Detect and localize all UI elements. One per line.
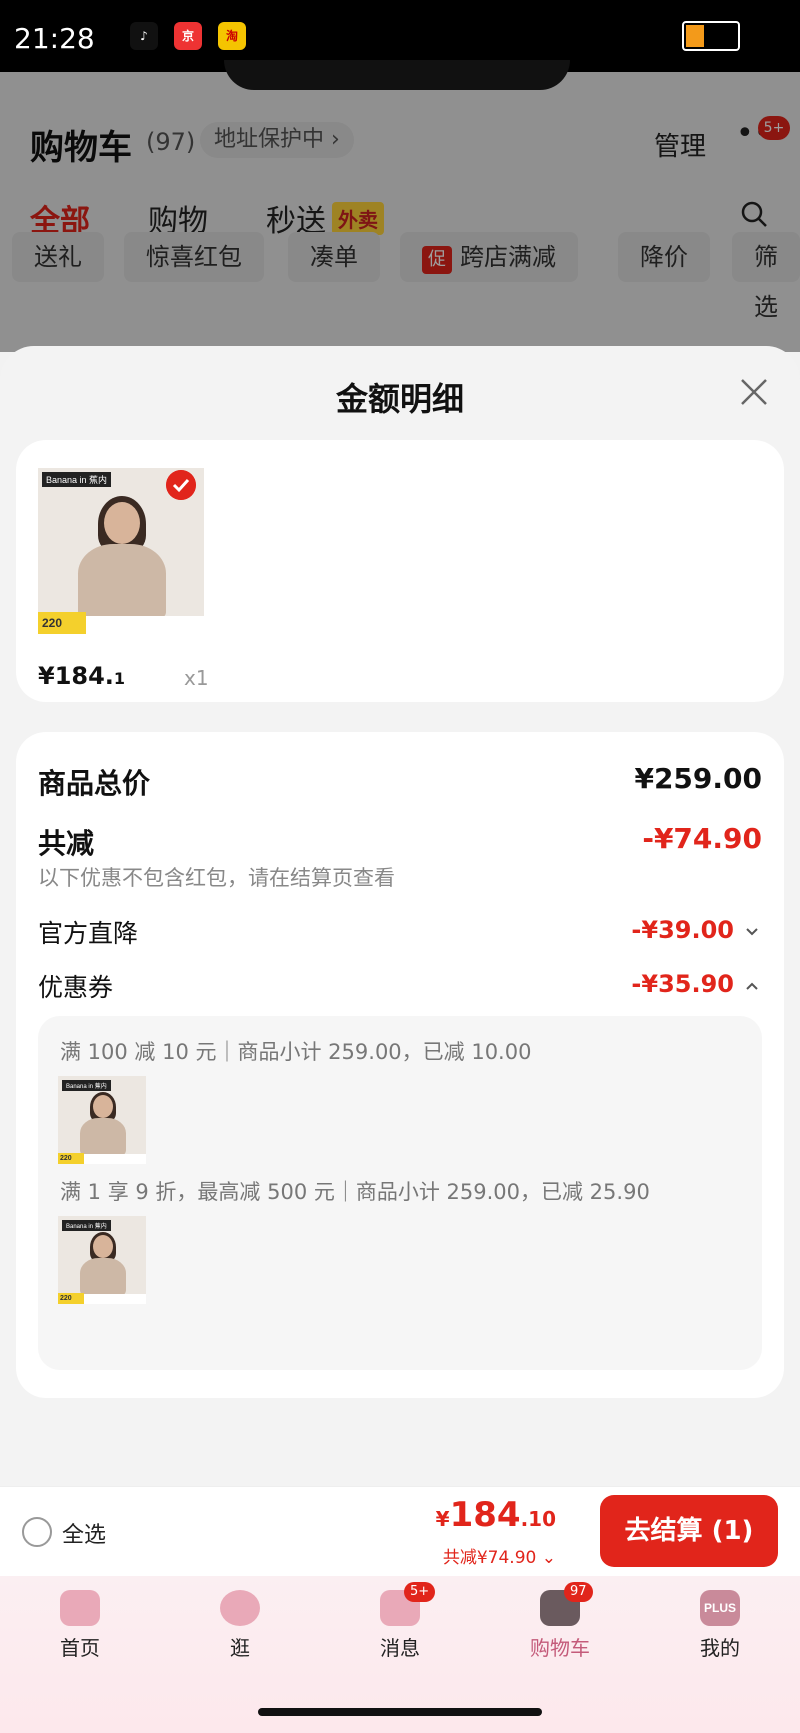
summary-card: 商品总价 ¥259.00 共减 -¥74.90 以下优惠不包含红包，请在结算页查… (16, 732, 784, 1398)
checkout-button[interactable]: 去结算 (1) (600, 1495, 778, 1567)
product-tag-price: 220 (38, 612, 86, 634)
taobao-icon: 淘 (218, 22, 246, 50)
discount-note: 以下优惠不包含红包，请在结算页查看 (38, 866, 395, 890)
coupon-product-image: Banana in 蕉内 220 (58, 1076, 146, 1164)
sheet-title: 金额明细 (335, 380, 464, 418)
battery-icon (682, 21, 740, 51)
modal-overlay[interactable] (0, 72, 800, 352)
tab-explore[interactable]: 逛 (180, 1590, 300, 1661)
official-value[interactable]: -¥39.00 (631, 916, 734, 944)
status-time: 21:28 (14, 22, 95, 55)
home-icon (60, 1590, 100, 1626)
item-quantity: x1 (184, 666, 209, 690)
coupon-rule: 满 100 减 10 元｜商品小计 259.00，已减 10.00 (60, 1040, 532, 1064)
coupon-details: 满 100 减 10 元｜商品小计 259.00，已减 10.00 Banana… (38, 1016, 762, 1370)
jd-icon: 京 (174, 22, 202, 50)
message-badge: 5+ (404, 1582, 436, 1602)
home-indicator (258, 1708, 542, 1716)
select-all-radio[interactable] (22, 1517, 52, 1547)
coupon-product-image: Banana in 蕉内 220 (58, 1216, 146, 1304)
tab-cart[interactable]: 97 购物车 (500, 1582, 620, 1661)
explore-icon (220, 1590, 260, 1626)
amount-detail-sheet: 金额明细 Banana in 蕉内 220 ¥184.1 x1 商品总价 ¥25… (0, 346, 800, 1486)
item-card: Banana in 蕉内 220 ¥184.1 x1 (16, 440, 784, 702)
total-label: 商品总价 (38, 767, 151, 800)
checkout-discount[interactable]: 共减¥74.90 ⌄ (443, 1543, 556, 1568)
checkout-total: ¥184.10 (435, 1495, 556, 1535)
plus-icon: PLUS (700, 1590, 740, 1626)
checked-icon[interactable] (166, 470, 196, 500)
cart-badge: 97 (564, 1582, 593, 1602)
discount-value: -¥74.90 (642, 822, 762, 855)
cart-icon: 97 (540, 1582, 593, 1626)
dynamic-island (224, 60, 570, 90)
tiktok-icon: ♪ (130, 22, 158, 50)
coupon-label[interactable]: 优惠券 (38, 968, 113, 1004)
checkout-bar: 全选 ¥184.10 共减¥74.90 ⌄ 去结算 (1) (0, 1486, 800, 1576)
discount-label: 共减 (38, 827, 95, 860)
chevron-up-icon[interactable] (744, 978, 760, 994)
close-icon[interactable] (738, 376, 770, 408)
tab-messages[interactable]: 5+ 消息 (340, 1582, 460, 1661)
item-price: ¥184.1 (38, 662, 126, 690)
chevron-down-icon[interactable] (744, 924, 760, 940)
tab-mine[interactable]: PLUS 我的 (660, 1590, 780, 1661)
brand-label: Banana in 蕉内 (42, 472, 112, 487)
tab-home[interactable]: 首页 (20, 1590, 140, 1661)
message-icon: 5+ (380, 1582, 436, 1626)
coupon-rule: 满 1 享 9 折，最高减 500 元｜商品小计 259.00，已减 25.90 (60, 1180, 650, 1204)
coupon-value[interactable]: -¥35.90 (631, 970, 734, 998)
official-label[interactable]: 官方直降 (38, 914, 138, 950)
select-all-label[interactable]: 全选 (62, 1517, 106, 1549)
total-value: ¥259.00 (634, 762, 762, 795)
